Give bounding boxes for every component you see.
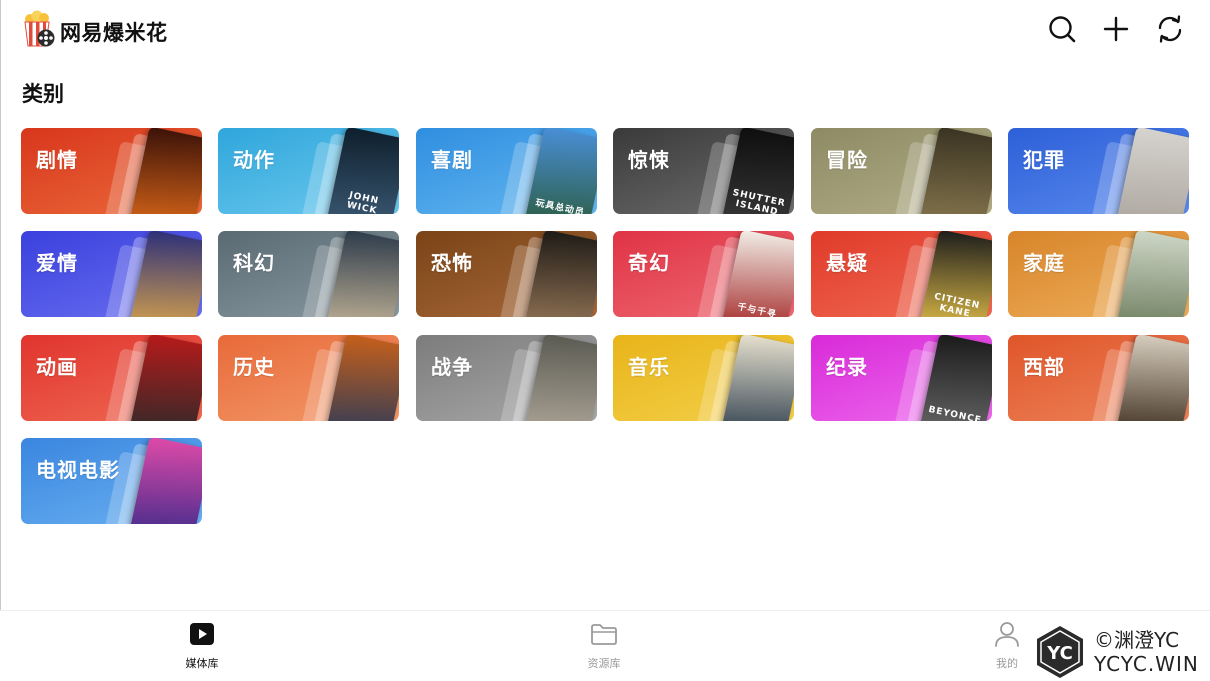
popcorn-logo-icon: [24, 10, 55, 47]
user-icon: [995, 622, 1019, 647]
bottom-nav: 媒体库 资源库 我的: [0, 610, 1210, 681]
poster-title: 千与千寻: [736, 302, 778, 317]
plus-icon[interactable]: [1101, 14, 1131, 44]
watermark: YC ©渊澄YC YCYC.WIN: [1032, 622, 1210, 680]
app-header: 网易爆米花: [0, 0, 1210, 62]
search-icon[interactable]: [1047, 14, 1077, 44]
category-card[interactable]: 犯罪: [1008, 128, 1189, 214]
category-card[interactable]: CITIZEN KANE 悬疑: [811, 231, 992, 317]
category-card[interactable]: 爱情: [21, 231, 202, 317]
category-label: 爱情: [36, 251, 78, 275]
category-label: 犯罪: [1023, 148, 1065, 172]
watermark-copyright: ©渊澄YC: [1094, 628, 1180, 652]
app-title: 网易爆米花: [60, 21, 168, 45]
poster-title: BEYONCE: [927, 404, 983, 421]
category-card[interactable]: 剧情: [21, 128, 202, 214]
category-card[interactable]: 动画: [21, 335, 202, 421]
category-card[interactable]: 恐怖: [416, 231, 597, 317]
category-card[interactable]: 音乐: [613, 335, 794, 421]
category-label: 音乐: [628, 355, 670, 379]
category-card[interactable]: 战争: [416, 335, 597, 421]
category-label: 剧情: [36, 148, 78, 172]
category-label: 西部: [1023, 355, 1065, 379]
refresh-icon[interactable]: [1155, 14, 1185, 44]
category-card[interactable]: 家庭: [1008, 231, 1189, 317]
category-label: 家庭: [1023, 251, 1065, 275]
play-icon: [190, 623, 214, 645]
category-label: 惊悚: [628, 148, 670, 172]
category-card[interactable]: BEYONCE 纪录: [811, 335, 992, 421]
category-card[interactable]: 千与千寻 奇幻: [613, 231, 794, 317]
category-card[interactable]: 冒险: [811, 128, 992, 214]
category-card[interactable]: 电视电影: [21, 438, 202, 524]
watermark-badge-text: YC: [1046, 643, 1073, 664]
category-label: 冒险: [826, 148, 868, 172]
category-label: 科幻: [233, 251, 275, 275]
category-card[interactable]: JOHN WICK 动作: [218, 128, 399, 214]
folder-icon: [591, 624, 617, 645]
nav-resource-library[interactable]: 资源库: [564, 619, 644, 671]
category-label: 战争: [431, 355, 473, 379]
category-label: 喜剧: [431, 148, 473, 172]
poster-title: 玩具总动员: [534, 198, 586, 214]
category-card[interactable]: 西部: [1008, 335, 1189, 421]
poster-title: JOHN WICK: [345, 190, 380, 214]
category-card[interactable]: 玩具总动员 喜剧: [416, 128, 597, 214]
poster-title: SHUTTER ISLAND: [731, 188, 787, 214]
category-label: 电视电影: [36, 458, 120, 482]
category-card[interactable]: SHUTTER ISLAND 惊悚: [613, 128, 794, 214]
category-label: 动作: [233, 148, 275, 172]
watermark-site: YCYC.WIN: [1094, 652, 1199, 676]
category-card[interactable]: 科幻: [218, 231, 399, 317]
category-label: 纪录: [826, 355, 868, 379]
nav-media-library[interactable]: 媒体库: [162, 619, 242, 671]
section-title: 类别: [22, 82, 64, 106]
yc-badge-icon: YC: [1037, 626, 1083, 678]
category-card[interactable]: 历史: [218, 335, 399, 421]
poster-title: CITIZEN KANE: [933, 291, 981, 317]
nav-resource-library-label: 资源库: [587, 657, 621, 670]
category-label: 动画: [36, 355, 78, 379]
nav-media-library-label: 媒体库: [185, 657, 219, 670]
category-label: 历史: [233, 355, 275, 379]
category-label: 恐怖: [431, 251, 473, 275]
category-label: 悬疑: [826, 251, 868, 275]
category-label: 奇幻: [628, 251, 670, 275]
